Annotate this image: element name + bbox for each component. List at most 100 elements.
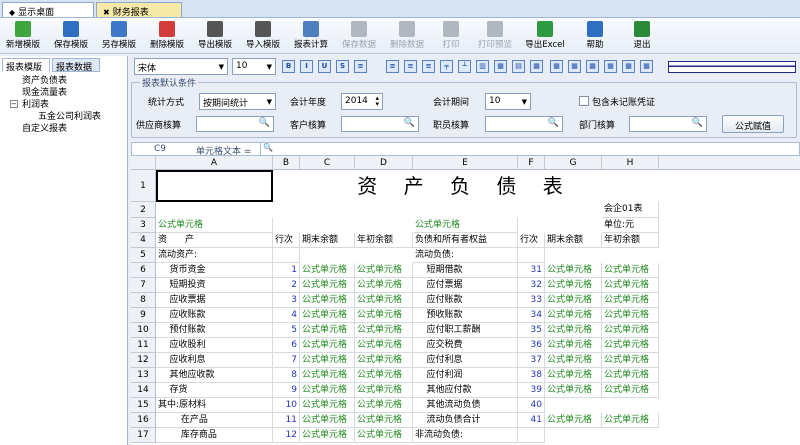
format-button-18[interactable]: ▦ <box>622 60 635 73</box>
item-cell[interactable]: 流动资产: <box>156 248 273 263</box>
staff-input[interactable]: 🔍 <box>485 116 563 132</box>
item-cell[interactable]: 其他流动负债 <box>413 398 518 413</box>
format-button-11[interactable]: ▦ <box>494 60 507 73</box>
row-header[interactable]: 1 <box>131 170 156 202</box>
item-cell[interactable]: 应付职工薪酬 <box>413 323 518 338</box>
formula-cell[interactable]: 公式单元格 <box>300 263 355 278</box>
toolbar-button-10[interactable]: 打印预览 <box>472 19 518 53</box>
line-style-selector[interactable] <box>668 61 796 73</box>
format-button-5[interactable]: ≡ <box>386 60 399 73</box>
header-cell[interactable]: 行次 <box>518 233 545 248</box>
header-cell[interactable]: 年初余额 <box>355 233 413 248</box>
formula-cell[interactable]: 公式单元格 <box>602 383 659 398</box>
formula-cell[interactable]: 公式单元格 <box>300 413 355 428</box>
tab-show-desktop[interactable]: ◆ 显示桌面 <box>2 2 94 18</box>
search-icon[interactable]: 🔍 <box>692 118 703 128</box>
formula-cell[interactable]: 公式单元格 <box>545 338 602 353</box>
line-no-cell[interactable]: 36 <box>518 338 545 353</box>
format-button-9[interactable]: ┴ <box>458 60 471 73</box>
formula-cell[interactable]: 公式单元格 <box>355 428 413 443</box>
header-cell[interactable]: 行次 <box>273 233 300 248</box>
column-header[interactable]: D <box>355 156 413 170</box>
item-cell[interactable]: 应收账款 <box>156 308 273 323</box>
item-cell[interactable]: 应付利润 <box>413 368 518 383</box>
period-select[interactable]: 10 ▼ <box>485 93 531 110</box>
toolbar-button-6[interactable]: 报表计算 <box>288 19 334 53</box>
line-no-cell[interactable]: 35 <box>518 323 545 338</box>
row-header[interactable]: 11 <box>131 338 156 353</box>
corner-cell[interactable] <box>131 156 156 170</box>
format-button-15[interactable]: ▦ <box>568 60 581 73</box>
line-no-cell[interactable]: 40 <box>518 398 545 413</box>
header-cell[interactable]: 年初余额 <box>602 233 659 248</box>
formula-cell[interactable]: 公式单元格 <box>545 323 602 338</box>
item-cell[interactable]: 在产品 <box>156 413 273 428</box>
formula-cell[interactable]: 公式单元格 <box>413 218 518 233</box>
formula-cell[interactable]: 公式单元格 <box>355 308 413 323</box>
line-no-cell[interactable]: 2 <box>273 278 300 293</box>
item-cell[interactable]: 非流动负债: <box>413 428 518 443</box>
format-button-13[interactable]: ▦ <box>530 60 543 73</box>
toolbar-button-5[interactable]: 导入模版 <box>240 19 286 53</box>
column-header[interactable]: G <box>545 156 602 170</box>
toolbar-button-11[interactable]: 导出Excel <box>520 19 570 53</box>
row-header[interactable]: 16 <box>131 413 156 428</box>
row-header[interactable]: 9 <box>131 308 156 323</box>
format-button-1[interactable]: I <box>300 60 313 73</box>
formula-cell[interactable]: 公式单元格 <box>300 323 355 338</box>
line-no-cell[interactable]: 5 <box>273 323 300 338</box>
formula-cell[interactable]: 公式单元格 <box>156 218 273 233</box>
font-size-select[interactable]: 10 ▼ <box>232 58 276 75</box>
item-cell[interactable]: 存货 <box>156 383 273 398</box>
toolbar-button-3[interactable]: 删除模版 <box>144 19 190 53</box>
formula-cell[interactable]: 公式单元格 <box>355 293 413 308</box>
line-no-cell[interactable] <box>273 248 300 263</box>
format-button-3[interactable]: S <box>336 60 349 73</box>
line-no-cell[interactable] <box>518 428 545 443</box>
line-no-cell[interactable]: 8 <box>273 368 300 383</box>
format-button-7[interactable]: ≡ <box>422 60 435 73</box>
formula-cell[interactable]: 公式单元格 <box>545 308 602 323</box>
formula-cell[interactable]: 公式单元格 <box>602 308 659 323</box>
formula-cell[interactable]: 公式单元格 <box>602 323 659 338</box>
formula-cell[interactable]: 公式单元格 <box>300 293 355 308</box>
tree-item-cash-flow[interactable]: 现金流量表 <box>2 87 101 99</box>
line-no-cell[interactable]: 11 <box>273 413 300 428</box>
cell-text-input[interactable]: 🔍 <box>260 143 800 155</box>
format-button-17[interactable]: ▦ <box>604 60 617 73</box>
line-no-cell[interactable]: 1 <box>273 263 300 278</box>
search-icon[interactable]: 🔍 <box>404 118 415 128</box>
toolbar-button-9[interactable]: 打印 <box>432 19 470 53</box>
formula-cell[interactable]: 公式单元格 <box>355 413 413 428</box>
search-icon[interactable]: 🔍 <box>548 118 559 128</box>
format-button-4[interactable]: ≡ <box>354 60 367 73</box>
customer-input[interactable]: 🔍 <box>341 116 419 132</box>
line-no-cell[interactable]: 37 <box>518 353 545 368</box>
item-cell[interactable]: 其他应付款 <box>413 383 518 398</box>
row-header[interactable]: 6 <box>131 263 156 278</box>
item-cell[interactable]: 应收利息 <box>156 353 273 368</box>
formula-cell[interactable]: 公式单元格 <box>355 383 413 398</box>
line-no-cell[interactable]: 31 <box>518 263 545 278</box>
tree-item-balance-sheet[interactable]: 资产负债表 <box>2 75 101 87</box>
formula-cell[interactable]: 公式单元格 <box>300 428 355 443</box>
formula-cell[interactable]: 公式单元格 <box>602 368 659 383</box>
row-header[interactable]: 7 <box>131 278 156 293</box>
line-no-cell[interactable]: 32 <box>518 278 545 293</box>
report-code-cell[interactable]: 会企01表 <box>602 202 659 218</box>
formula-cell[interactable]: 公式单元格 <box>355 338 413 353</box>
line-no-cell[interactable]: 6 <box>273 338 300 353</box>
format-button-12[interactable]: ▤ <box>512 60 525 73</box>
tab-finance-report[interactable]: ✖ 财务报表 <box>96 2 182 18</box>
line-no-cell[interactable]: 10 <box>273 398 300 413</box>
formula-cell[interactable]: 公式单元格 <box>602 293 659 308</box>
search-icon[interactable]: 🔍 <box>259 118 270 128</box>
header-cell[interactable]: 负债和所有者权益 <box>413 233 518 248</box>
header-cell[interactable]: 期末余额 <box>545 233 602 248</box>
line-no-cell[interactable]: 12 <box>273 428 300 443</box>
supplier-input[interactable]: 🔍 <box>196 116 274 132</box>
column-header[interactable]: E <box>413 156 518 170</box>
formula-cell[interactable]: 公式单元格 <box>355 323 413 338</box>
line-no-cell[interactable]: 4 <box>273 308 300 323</box>
formula-cell[interactable]: 公式单元格 <box>355 398 413 413</box>
